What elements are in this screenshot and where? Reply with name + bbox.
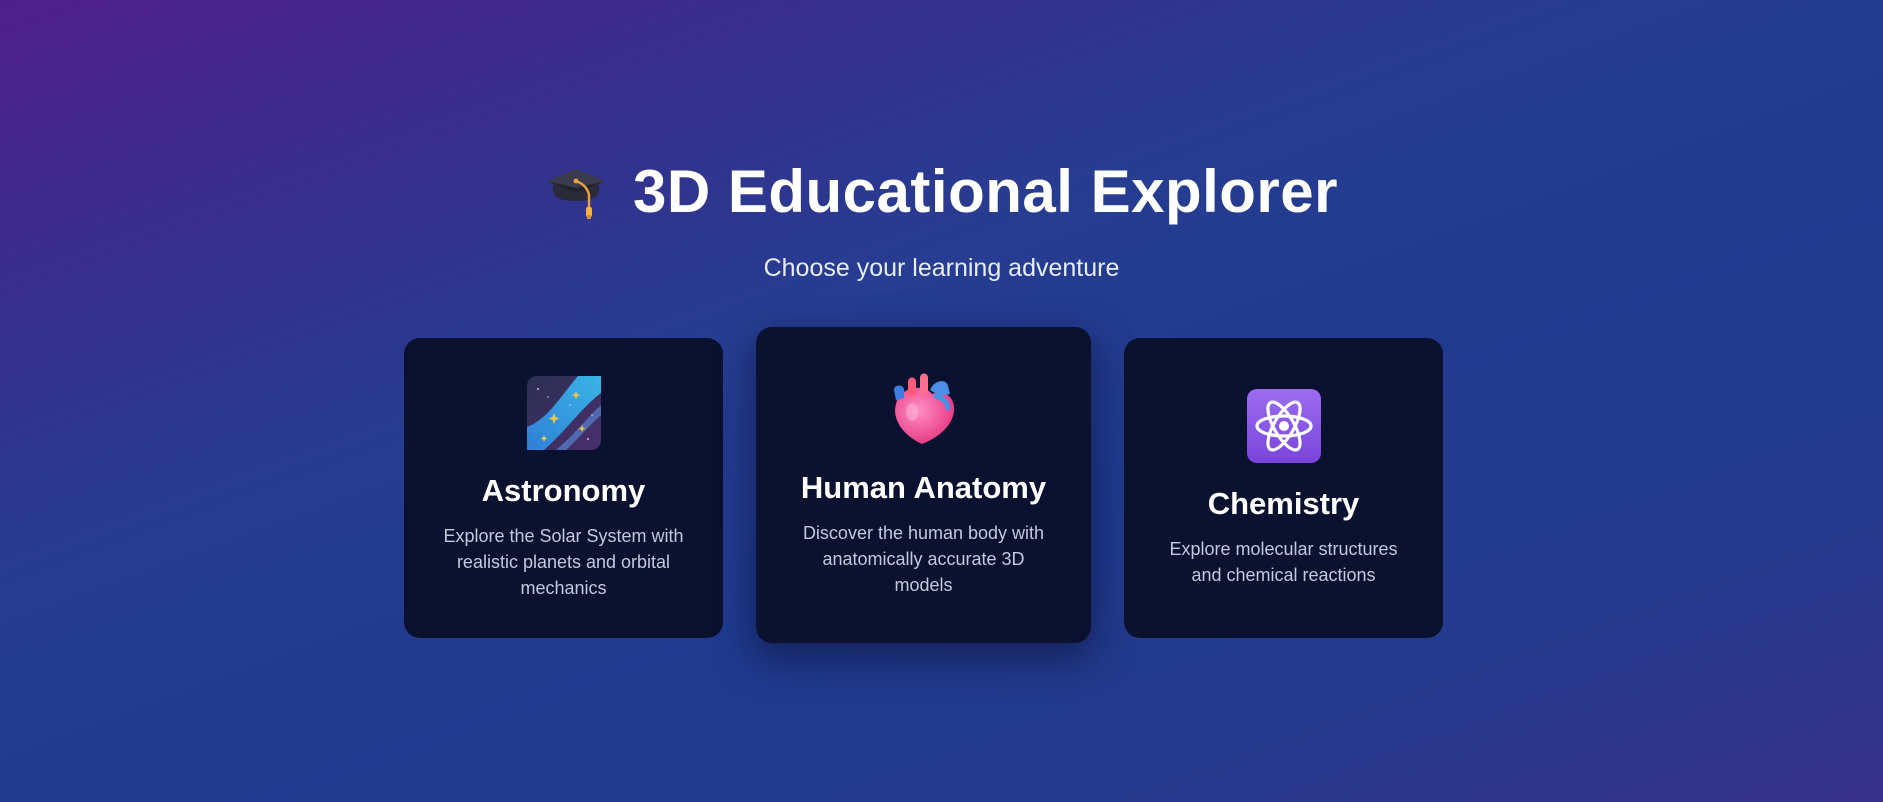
card-description: Explore the Solar System with realistic … xyxy=(443,526,684,598)
card-title: Astronomy xyxy=(481,473,646,508)
atom-symbol-icon xyxy=(1246,388,1322,464)
astronomy-card[interactable]: Astronomy Explore the Solar System with … xyxy=(404,338,723,638)
chemistry-card[interactable]: Chemistry Explore molecular structures a… xyxy=(1124,338,1443,638)
anatomical-heart-icon xyxy=(886,372,962,448)
topic-cards: Astronomy Explore the Solar System with … xyxy=(0,0,1883,802)
card-title: Human Anatomy xyxy=(800,470,1047,505)
human-anatomy-card[interactable]: Human Anatomy Discover the human body wi… xyxy=(756,327,1091,643)
card-title: Chemistry xyxy=(1207,486,1360,521)
card-description: Discover the human body with anatomicall… xyxy=(802,523,1045,595)
milky-way-icon xyxy=(526,375,602,451)
card-description: Explore molecular structures and chemica… xyxy=(1169,539,1398,585)
